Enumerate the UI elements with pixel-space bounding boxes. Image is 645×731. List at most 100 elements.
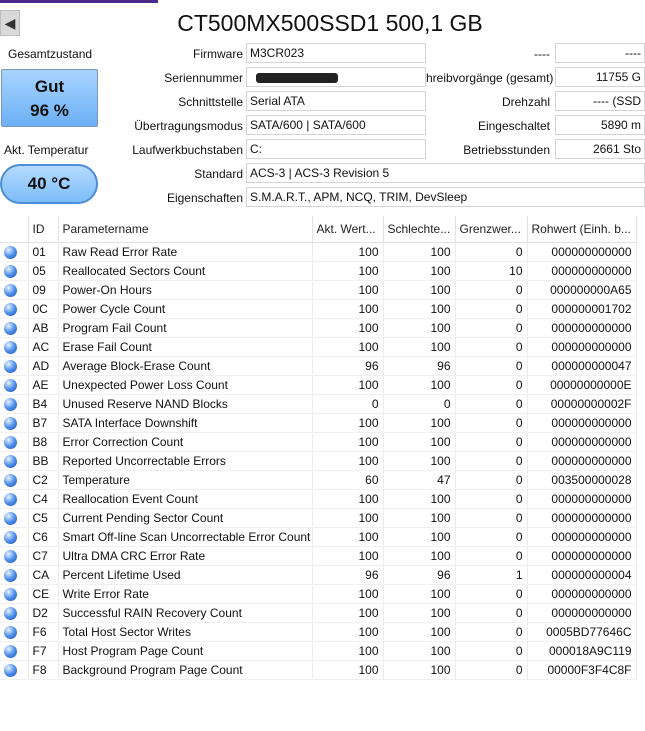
current-value: 100 [312, 546, 384, 566]
table-row[interactable]: AE Unexpected Power Loss Count 100 100 0 0000… [0, 375, 637, 395]
total-writes-label: hreibvorgänge (gesamt) [426, 71, 554, 85]
status-cell [0, 280, 29, 300]
raw-value: 000000000004 [527, 565, 637, 585]
threshold-value: 0 [455, 356, 528, 376]
current-value: 100 [312, 584, 384, 604]
column-header-raw[interactable]: Rohwert (Einh. b... [527, 216, 637, 243]
temperature-box[interactable]: 40 °C [0, 164, 98, 204]
column-header-status[interactable] [0, 216, 29, 243]
column-header-id[interactable]: ID [28, 216, 59, 243]
status-cell [0, 603, 29, 623]
table-row[interactable]: 01 Raw Read Error Rate 100 100 0 000000000000 [0, 242, 637, 262]
current-value: 100 [312, 280, 384, 300]
raw-value: 000000000000 [527, 337, 637, 357]
current-value: 100 [312, 622, 384, 642]
blue-status-dot-icon [4, 417, 17, 431]
current-value: 100 [312, 660, 384, 680]
current-value: 100 [312, 451, 384, 471]
table-row[interactable]: C2 Temperature 60 47 0 003500000028 [0, 470, 637, 490]
table-row[interactable]: 05 Reallocated Sectors Count 100 100 10 00000… [0, 261, 637, 281]
raw-value: 000000000000 [527, 527, 637, 547]
current-value: 100 [312, 337, 384, 357]
worst-value: 100 [383, 413, 456, 433]
table-row[interactable]: C7 Ultra DMA CRC Error Rate 100 100 0 0000000… [0, 546, 637, 566]
threshold-value: 0 [455, 280, 528, 300]
health-status-box[interactable]: Gut 96 % [1, 69, 98, 127]
status-cell [0, 584, 29, 604]
worst-value: 47 [383, 470, 456, 490]
table-row[interactable]: AD Average Block-Erase Count 96 96 0 00000000… [0, 356, 637, 376]
triangle-left-icon: ◀ [4, 15, 16, 31]
attribute-name: Write Error Rate [58, 584, 313, 604]
table-row[interactable]: C6 Smart Off-line Scan Uncorrectable Erro… [0, 527, 637, 547]
raw-value: 000000000000 [527, 546, 637, 566]
table-row[interactable]: CA Percent Lifetime Used 96 96 1 000000000004 [0, 565, 637, 585]
current-value: 100 [312, 508, 384, 528]
attribute-id: 01 [28, 242, 59, 262]
blue-status-dot-icon [4, 379, 17, 393]
table-row[interactable]: B7 SATA Interface Downshift 100 100 0 0000000… [0, 413, 637, 433]
table-row[interactable]: D2 Successful RAIN Recovery Count 100 100 0 0… [0, 603, 637, 623]
features-value: S.M.A.R.T., APM, NCQ, TRIM, DevSleep [246, 187, 645, 207]
raw-value: 000000000047 [527, 356, 637, 376]
transfer-mode-label: Übertragungsmodus [134, 119, 243, 133]
attribute-name: Ultra DMA CRC Error Rate [58, 546, 313, 566]
column-header-threshold[interactable]: Grenzwer... [455, 216, 528, 243]
table-row[interactable]: 0C Power Cycle Count 100 100 0 000000001702 [0, 299, 637, 319]
current-value: 100 [312, 242, 384, 262]
blue-status-dot-icon [4, 550, 17, 564]
table-row[interactable]: BB Reported Uncorrectable Errors 100 100 0 00… [0, 451, 637, 471]
features-label: Eigenschaften [166, 191, 243, 205]
table-row[interactable]: F8 Background Program Page Count 100 100 0 00… [0, 660, 637, 680]
blue-status-dot-icon [4, 303, 17, 317]
current-value: 100 [312, 641, 384, 661]
attribute-id: 09 [28, 280, 59, 300]
attribute-id: AD [28, 356, 59, 376]
status-cell [0, 451, 29, 471]
table-row[interactable]: CE Write Error Rate 100 100 0 000000000000 [0, 584, 637, 604]
worst-value: 96 [383, 565, 456, 585]
raw-value: 00000F3F4C8F [527, 660, 637, 680]
health-status-text: Gut [34, 77, 65, 96]
table-row[interactable]: F7 Host Program Page Count 100 100 0 000018A9… [0, 641, 637, 661]
threshold-value: 0 [455, 242, 528, 262]
interface-value: Serial ATA [246, 91, 426, 111]
table-row[interactable]: C5 Current Pending Sector Count 100 100 0 000… [0, 508, 637, 528]
blue-status-dot-icon [4, 512, 17, 526]
column-header-worst[interactable]: Schlechte... [383, 216, 456, 243]
attribute-name: Temperature [58, 470, 313, 490]
table-row[interactable]: B4 Unused Reserve NAND Blocks 0 0 0 000000000… [0, 394, 637, 414]
unknown-stat-value: ---- [555, 43, 645, 63]
previous-drive-button[interactable]: ◀ [0, 10, 20, 36]
threshold-value: 0 [455, 641, 528, 661]
attribute-id: F8 [28, 660, 59, 680]
raw-value: 000000000A65 [527, 280, 637, 300]
attribute-id: B4 [28, 394, 59, 414]
worst-value: 100 [383, 622, 456, 642]
threshold-value: 0 [455, 584, 528, 604]
table-row[interactable]: F6 Total Host Sector Writes 100 100 0 0005BD7… [0, 622, 637, 642]
table-row[interactable]: C4 Reallocation Event Count 100 100 0 0000000… [0, 489, 637, 509]
smart-attribute-table[interactable]: ID Parametername Akt. Wert... Schlechte.… [0, 216, 645, 680]
threshold-value: 0 [455, 660, 528, 680]
serial-number-label: Seriennummer [164, 71, 243, 85]
attribute-id: AE [28, 375, 59, 395]
blue-status-dot-icon [4, 645, 17, 659]
attribute-id: AC [28, 337, 59, 357]
drive-letters-label: Laufwerkbuchstaben [132, 143, 243, 157]
threshold-value: 0 [455, 622, 528, 642]
window-accent-bar [0, 0, 158, 3]
column-header-parameter[interactable]: Parametername [58, 216, 313, 243]
current-value: 100 [312, 375, 384, 395]
table-row[interactable]: 09 Power-On Hours 100 100 0 000000000A65 [0, 280, 637, 300]
table-row[interactable]: B8 Error Correction Count 100 100 0 000000000… [0, 432, 637, 452]
table-row[interactable]: AC Erase Fail Count 100 100 0 000000000000 [0, 337, 637, 357]
status-cell [0, 413, 29, 433]
column-header-current[interactable]: Akt. Wert... [312, 216, 384, 243]
current-value: 100 [312, 489, 384, 509]
status-cell [0, 394, 29, 414]
attribute-id: B7 [28, 413, 59, 433]
worst-value: 96 [383, 356, 456, 376]
drive-title: CT500MX500SSD1 500,1 GB [177, 10, 483, 36]
table-row[interactable]: AB Program Fail Count 100 100 0 000000000000 [0, 318, 637, 338]
